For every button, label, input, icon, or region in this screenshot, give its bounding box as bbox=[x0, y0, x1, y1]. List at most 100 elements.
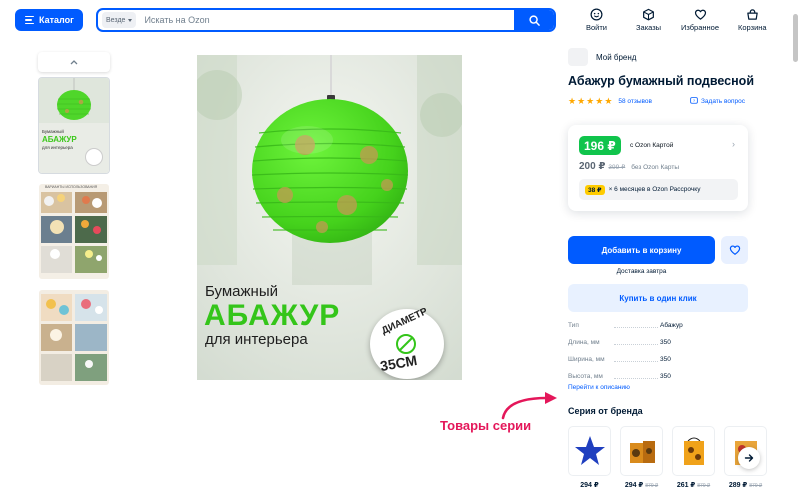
interior-collage-image bbox=[39, 290, 109, 385]
price-with-card: 196 ₽ bbox=[579, 136, 621, 155]
series-item-price: 294 ₽ bbox=[580, 482, 599, 489]
brand-link[interactable]: Мой бренд bbox=[568, 48, 636, 66]
image-caption-line3: для интерьера bbox=[205, 331, 308, 348]
series-item[interactable]: 294 ₽ 879 ₽ bbox=[620, 426, 663, 489]
star-icon: ★ bbox=[568, 96, 577, 106]
installment-text: × 6 месяцев в Ozon Рассрочку bbox=[608, 186, 701, 193]
image-caption-line2: АБАЖУР bbox=[204, 299, 341, 332]
chevron-right-icon: › bbox=[732, 139, 735, 149]
spec-row: Высота, мм 350 bbox=[568, 368, 708, 385]
search-bar: Везде bbox=[96, 8, 556, 32]
search-input[interactable] bbox=[136, 15, 514, 25]
spec-value: 350 bbox=[660, 339, 671, 346]
box-icon bbox=[643, 8, 654, 21]
series-item[interactable]: 294 ₽ bbox=[568, 426, 611, 489]
series-item-image bbox=[672, 426, 715, 476]
series-item-old-price: 879 ₽ bbox=[645, 483, 659, 489]
add-to-favorites-button[interactable] bbox=[721, 236, 748, 264]
series-item-price-row: 261 ₽ 879 ₽ bbox=[672, 481, 715, 489]
price-without-card-row: 200 ₽ 399 ₽ без Ozon Карты bbox=[579, 161, 679, 172]
catalog-button[interactable]: Каталог bbox=[15, 9, 83, 31]
catalog-label: Каталог bbox=[39, 15, 74, 25]
star-icon: ★ bbox=[586, 96, 595, 106]
thumb1-line2: АБАЖУР bbox=[42, 135, 77, 144]
installment-badge: 38 ₽ bbox=[585, 184, 605, 195]
thumb1-diameter-badge bbox=[85, 148, 103, 166]
spec-value: 350 bbox=[660, 356, 671, 363]
nav-favorites[interactable]: Избранное bbox=[681, 8, 719, 32]
price-card[interactable]: 196 ₽ с Ozon Картой › 200 ₽ 399 ₽ без Oz… bbox=[568, 125, 748, 211]
page-scrollbar[interactable] bbox=[793, 14, 798, 62]
nav-orders[interactable]: Заказы bbox=[636, 8, 661, 32]
usage-collage-image bbox=[39, 184, 109, 279]
series-item[interactable]: 261 ₽ 879 ₽ bbox=[672, 426, 715, 489]
spec-row: Ширина, мм 350 bbox=[568, 351, 708, 368]
product-title: Абажур бумажный подвесной bbox=[568, 74, 754, 88]
spec-value: Абажур bbox=[660, 322, 683, 329]
star-icon: ★ bbox=[604, 96, 613, 106]
series-title: Серия от бренда bbox=[568, 406, 643, 416]
add-to-cart-button[interactable]: Добавить в корзину bbox=[568, 236, 715, 264]
search-scope-label: Везде bbox=[106, 16, 126, 24]
delivery-info: Доставка завтра bbox=[616, 268, 667, 275]
diameter-badge: ДИАМЕТР 35СМ bbox=[370, 306, 444, 379]
nav-login-label: Войти bbox=[586, 23, 607, 32]
series-annotation: Товары серии bbox=[440, 418, 532, 433]
specs-list: Тип Абажур Длина, мм 350 Ширина, мм 350 … bbox=[568, 317, 708, 385]
price-without-card-note: без Ozon Карты bbox=[631, 164, 679, 171]
spec-value: 350 bbox=[660, 373, 671, 380]
series-item-price-row: 294 ₽ 879 ₽ bbox=[620, 481, 663, 489]
star-icon: ★ bbox=[577, 96, 586, 106]
spec-label: Ширина, мм bbox=[568, 356, 660, 363]
thumbnail-2[interactable]: ВАРИАНТЫ ИСПОЛЬЗОВАНИЯ bbox=[39, 184, 109, 279]
buy-one-click-button[interactable]: Купить в один клик bbox=[568, 284, 748, 312]
spec-label: Длина, мм bbox=[568, 339, 660, 346]
series-item-price: 261 ₽ bbox=[676, 482, 696, 489]
series-item-price: 294 ₽ bbox=[624, 482, 644, 489]
chevron-down-icon bbox=[128, 18, 133, 22]
series-item-image bbox=[620, 426, 663, 476]
heart-icon bbox=[694, 9, 706, 20]
price-without-card: 200 ₽ bbox=[579, 161, 606, 172]
installment-banner[interactable]: 38 ₽ × 6 месяцев в Ozon Рассрочку bbox=[579, 179, 738, 200]
thumbnail-1[interactable]: Бумажный АБАЖУР для интерьера bbox=[39, 78, 109, 173]
ask-question-link[interactable]: ? Задать вопрос bbox=[690, 97, 745, 105]
go-to-description-link[interactable]: Перейти к описанию bbox=[568, 384, 630, 391]
arrow-right-icon bbox=[744, 454, 754, 462]
ask-question-label: Задать вопрос bbox=[701, 97, 745, 105]
thumbnail-3[interactable] bbox=[39, 290, 109, 385]
rating[interactable]: ★ ★ ★ ★ ★ 58 отзывов bbox=[568, 97, 652, 106]
star-icon: ★ bbox=[595, 96, 604, 106]
series-item-image bbox=[568, 426, 611, 476]
reviews-link[interactable]: 58 отзывов bbox=[618, 98, 652, 105]
series-next-button[interactable] bbox=[738, 447, 760, 469]
spec-label: Тип bbox=[568, 322, 660, 329]
nav-orders-label: Заказы bbox=[636, 23, 662, 32]
nav-login[interactable]: Войти bbox=[586, 8, 607, 32]
series-item-price-row: 294 ₽ bbox=[568, 481, 611, 489]
series-item-price-row: 289 ₽ 879 ₽ bbox=[724, 481, 767, 489]
thumb1-line3: для интерьера bbox=[42, 145, 73, 150]
search-icon bbox=[528, 14, 540, 26]
brand-name: Мой бренд bbox=[596, 52, 637, 62]
price-old: 399 ₽ bbox=[608, 164, 626, 171]
search-scope-select[interactable]: Везде bbox=[102, 12, 137, 28]
main-product-image[interactable]: Бумажный АБАЖУР для интерьера ДИАМЕТР 35… bbox=[197, 55, 462, 380]
price-with-card-note: с Ozon Картой bbox=[630, 142, 674, 149]
series-item-old-price: 879 ₽ bbox=[749, 483, 763, 489]
diameter-badge-value: 35СМ bbox=[378, 351, 419, 375]
nav-cart[interactable]: Корзина bbox=[738, 8, 767, 32]
series-item-price: 289 ₽ bbox=[728, 482, 748, 489]
nav-favorites-label: Избранное bbox=[681, 23, 720, 32]
search-button[interactable] bbox=[514, 10, 554, 30]
thumbs-up-button[interactable] bbox=[38, 52, 110, 72]
series-item-old-price: 879 ₽ bbox=[697, 483, 711, 489]
spec-row: Длина, мм 350 bbox=[568, 334, 708, 351]
question-bubble-icon: ? bbox=[690, 97, 698, 104]
menu-icon bbox=[25, 16, 34, 24]
brand-logo bbox=[568, 48, 588, 66]
nav-cart-label: Корзина bbox=[738, 23, 767, 32]
gift-bag-image bbox=[629, 441, 655, 463]
chevron-up-icon bbox=[70, 60, 78, 65]
heart-icon bbox=[729, 245, 740, 255]
